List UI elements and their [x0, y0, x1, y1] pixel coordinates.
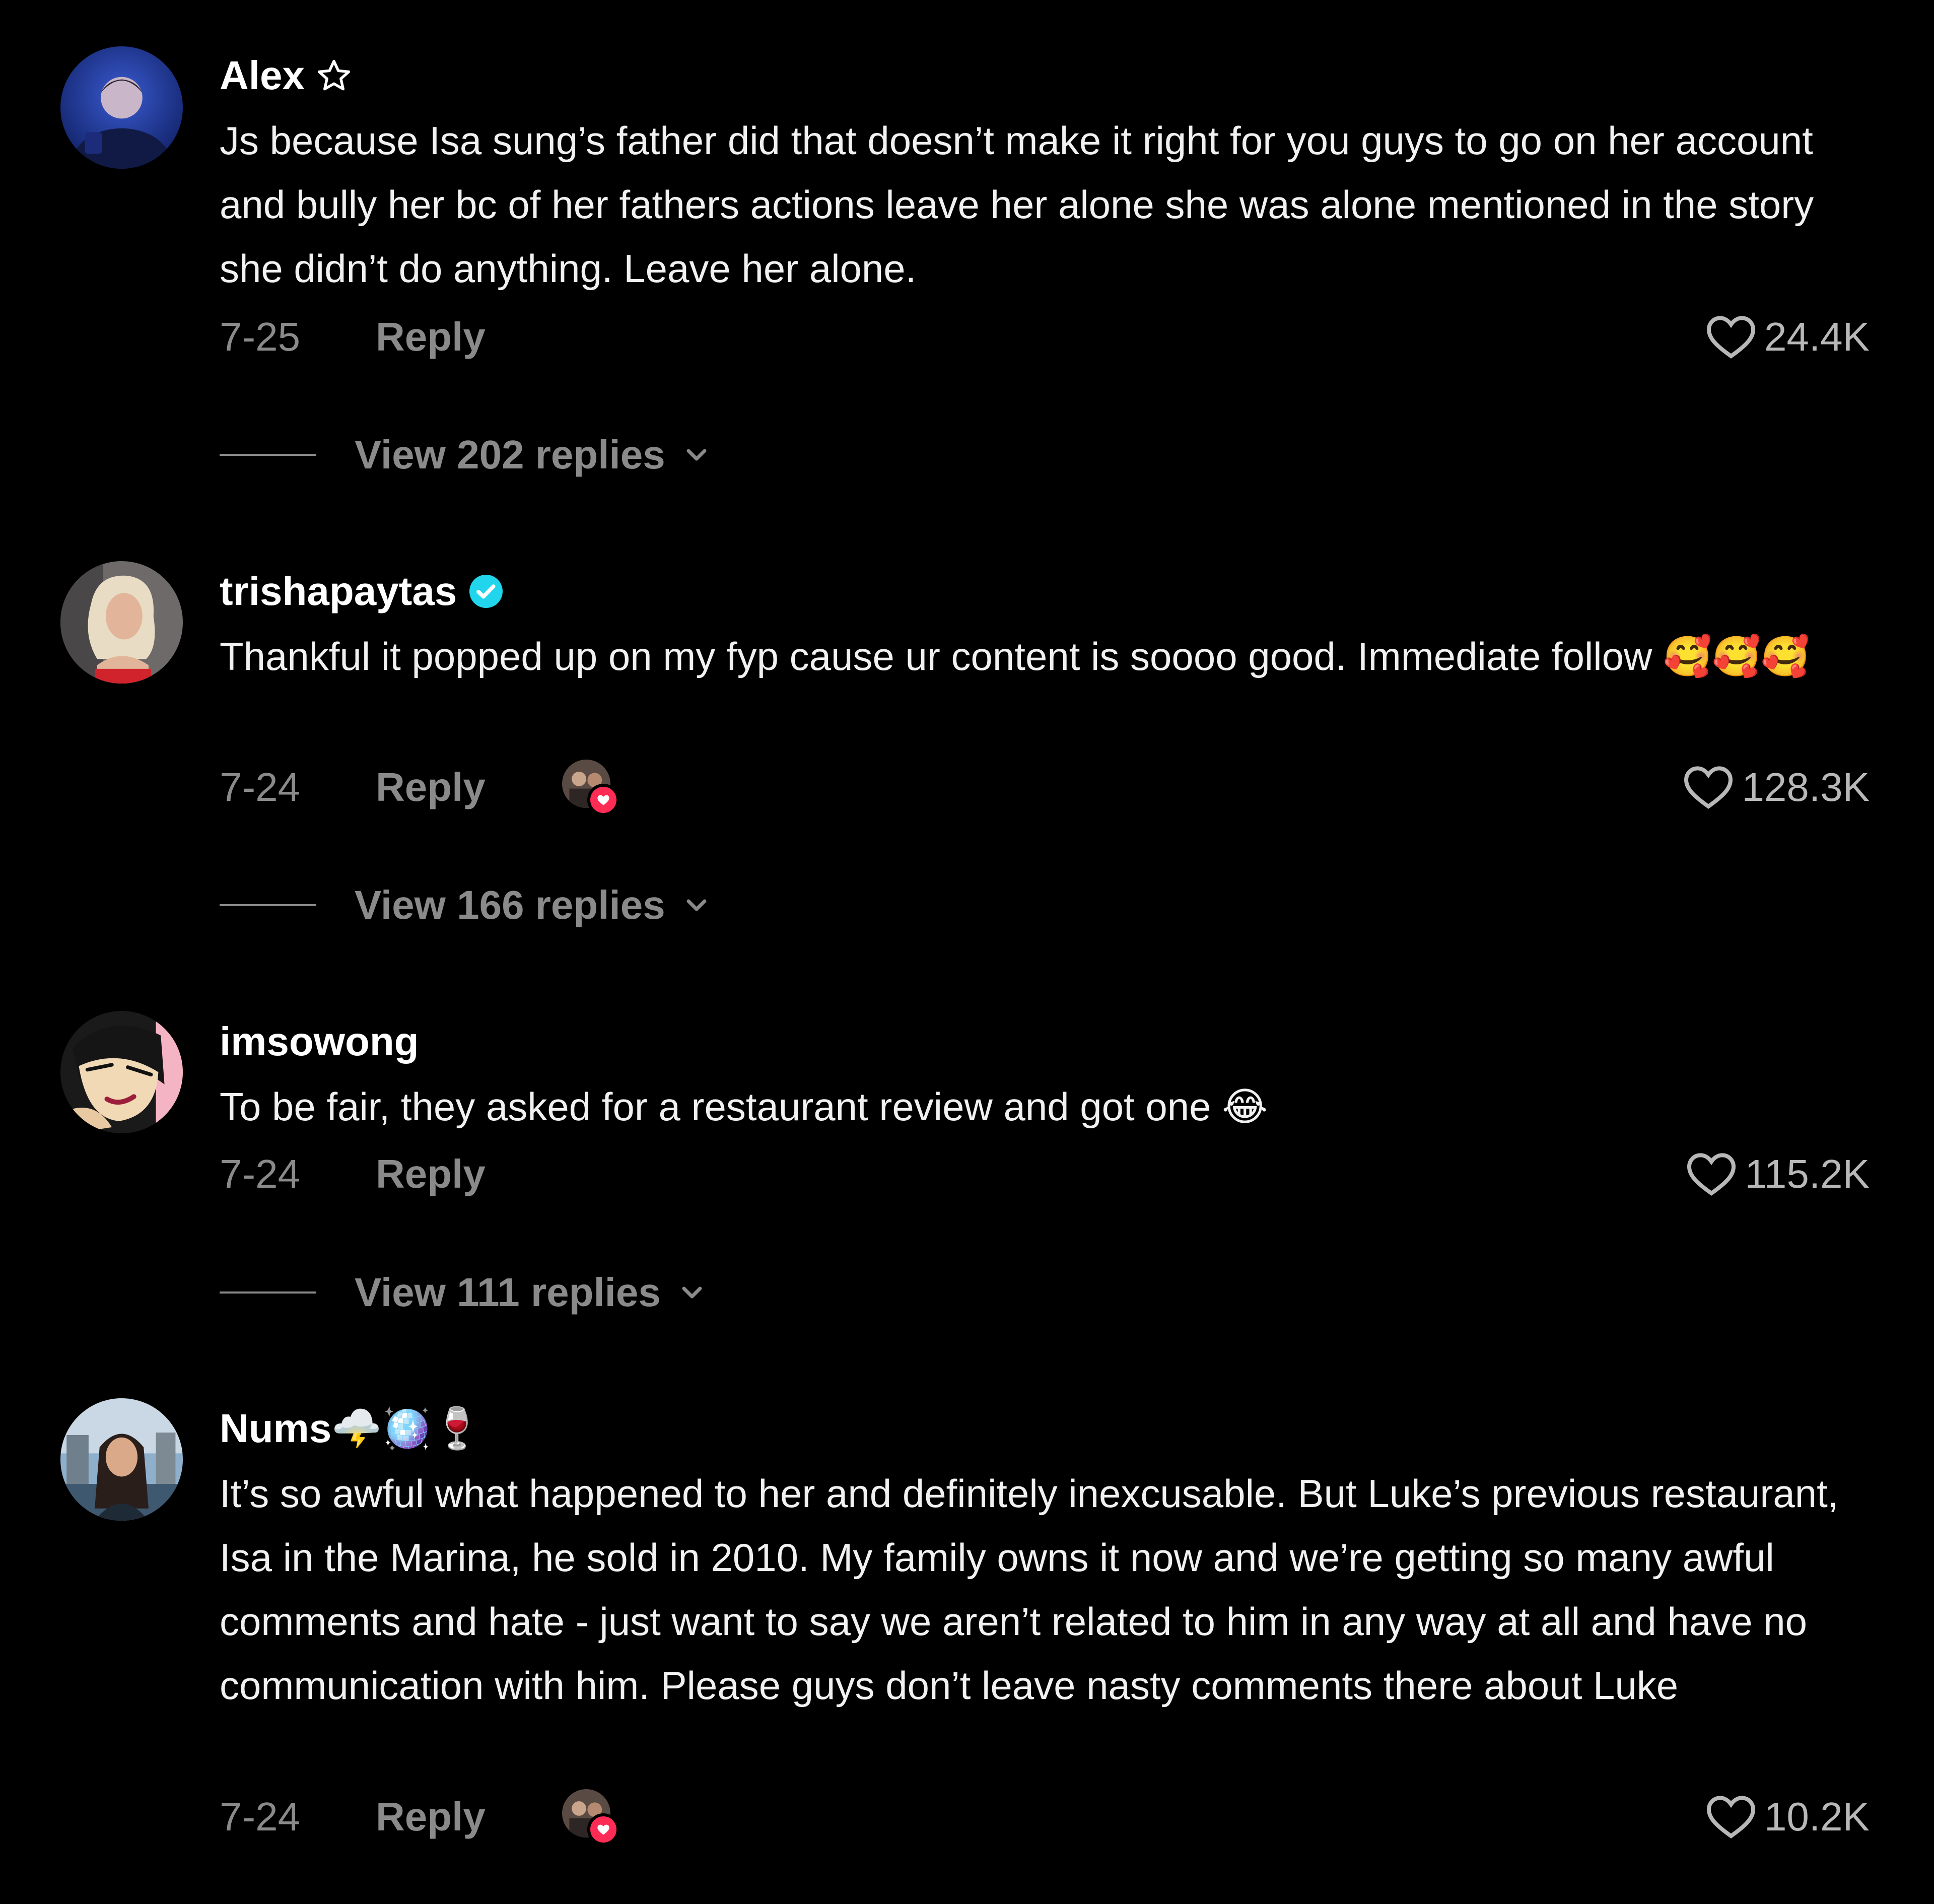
- view-replies-button[interactable]: View 202 replies: [220, 427, 713, 483]
- username-text: trishapaytas: [220, 569, 457, 614]
- creator-liked-badge: [562, 760, 619, 816]
- comment-date: 7-25: [220, 314, 301, 359]
- reply-button[interactable]: Reply: [376, 764, 562, 810]
- heart-filled-icon: [587, 784, 619, 816]
- comment-text: It’s so awful what happened to her and d…: [220, 1471, 1850, 1708]
- like-button[interactable]: 24.4K: [1705, 313, 1870, 361]
- username-text: Nums🌩️🪩🍷: [220, 1406, 482, 1451]
- reply-button[interactable]: Reply: [376, 1151, 562, 1197]
- comment-text: Thankful it popped up on my fyp cause ur…: [220, 634, 1810, 678]
- view-replies-label: View 202 replies: [355, 432, 665, 477]
- view-replies-button[interactable]: View 166 replies: [220, 877, 713, 933]
- creator-liked-badge: [562, 1789, 619, 1846]
- comment-text: To be fair, they asked for a restaurant …: [220, 1084, 1268, 1129]
- comment-meta: 7-24 Reply 115.2K: [220, 1146, 1870, 1202]
- view-replies-label: View 111 replies: [355, 1270, 661, 1315]
- avatar[interactable]: [60, 1011, 183, 1133]
- like-button[interactable]: 115.2K: [1685, 1150, 1870, 1198]
- star-outline-icon: [316, 57, 352, 94]
- reply-button[interactable]: Reply: [376, 1794, 562, 1840]
- avatar[interactable]: [60, 46, 183, 169]
- comment-date: 7-24: [220, 1151, 301, 1196]
- avatar[interactable]: [60, 1398, 183, 1521]
- comment-username[interactable]: imsowong: [220, 1016, 419, 1067]
- chevron-down-icon: [686, 899, 707, 911]
- view-replies-label: View 166 replies: [355, 882, 665, 927]
- comment-meta: 7-25 Reply 24.4K: [220, 309, 1870, 365]
- divider-line: [220, 904, 316, 906]
- like-button[interactable]: 128.3K: [1682, 763, 1870, 811]
- heart-outline-icon: [1684, 766, 1733, 809]
- chevron-down-icon: [682, 1286, 702, 1299]
- heart-outline-icon: [1706, 1796, 1755, 1839]
- comment-meta: 7-24 Reply 10.2K: [220, 1789, 1870, 1846]
- comment-username[interactable]: Alex: [220, 50, 352, 101]
- comment-date: 7-24: [220, 765, 301, 809]
- like-count: 24.4K: [1764, 314, 1870, 359]
- chevron-down-icon: [686, 449, 707, 461]
- comment-username[interactable]: trishapaytas: [220, 566, 504, 617]
- comment-meta: 7-24 Reply 128.3K: [220, 760, 1870, 816]
- avatar[interactable]: [60, 561, 183, 684]
- reply-button[interactable]: Reply: [376, 314, 562, 360]
- verified-check-icon: [468, 573, 504, 609]
- username-text: imsowong: [220, 1019, 419, 1064]
- username-text: Alex: [220, 53, 305, 98]
- heart-outline-icon: [1706, 316, 1755, 359]
- like-count: 10.2K: [1764, 1794, 1870, 1839]
- view-replies-button[interactable]: View 111 replies: [220, 1265, 708, 1320]
- comment-text: Js because Isa sung’s father did that do…: [220, 118, 1825, 291]
- like-count: 128.3K: [1742, 765, 1870, 809]
- heart-outline-icon: [1687, 1153, 1736, 1196]
- like-count: 115.2K: [1745, 1151, 1870, 1196]
- comment-username[interactable]: Nums🌩️🪩🍷: [220, 1403, 482, 1454]
- heart-filled-icon: [587, 1813, 619, 1846]
- divider-line: [220, 454, 316, 456]
- divider-line: [220, 1291, 316, 1294]
- like-button[interactable]: 10.2K: [1705, 1793, 1870, 1841]
- comment-date: 7-24: [220, 1794, 301, 1839]
